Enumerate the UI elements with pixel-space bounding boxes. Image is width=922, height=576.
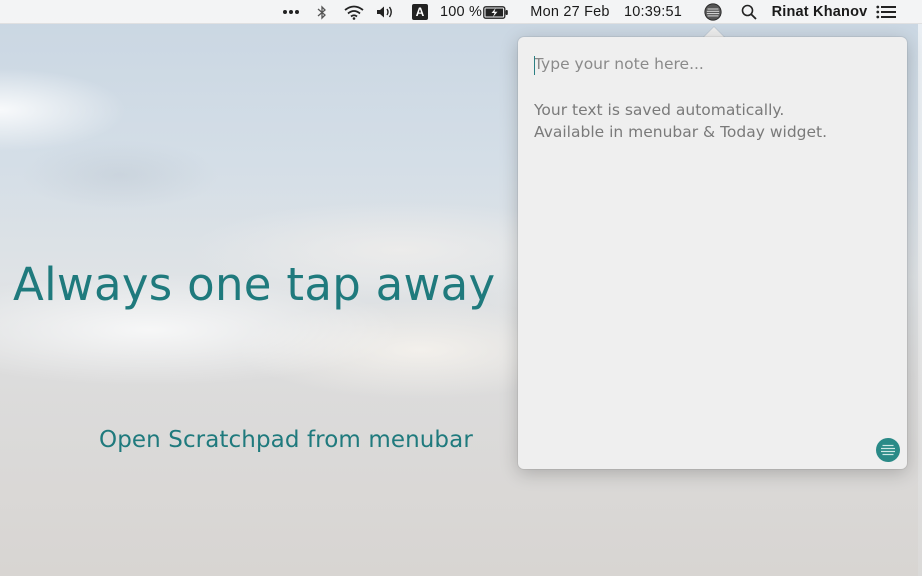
- volume-icon[interactable]: [374, 0, 398, 24]
- battery-charging-icon[interactable]: [482, 0, 510, 24]
- bluetooth-icon[interactable]: [312, 0, 332, 24]
- spotlight-search-icon[interactable]: [739, 0, 759, 24]
- scratchpad-menubar-icon[interactable]: [702, 0, 724, 24]
- menubar-clock[interactable]: 10:39:51: [619, 0, 687, 24]
- menubar-date[interactable]: Mon 27 Feb: [526, 0, 614, 24]
- menu-bar: A 100 % Mon 27 Feb 10:39:51 Rinat Khanov: [0, 0, 922, 24]
- input-source-label: A: [412, 4, 428, 20]
- text-caret: [534, 56, 535, 75]
- battery-percent: 100 %: [439, 4, 483, 20]
- user-name-menu[interactable]: Rinat Khanov: [771, 0, 868, 24]
- hint-line-availability: Available in menubar & Today widget.: [534, 123, 828, 141]
- notification-center-icon[interactable]: [874, 0, 898, 24]
- ellipsis-icon[interactable]: [278, 0, 304, 24]
- window-edge: [918, 24, 922, 576]
- hero-title: Always one tap away: [13, 258, 496, 311]
- wifi-icon[interactable]: [342, 0, 366, 24]
- popover-hint: Your text is saved automatically. Availa…: [534, 99, 827, 143]
- input-source-icon[interactable]: A: [410, 0, 430, 24]
- hint-line-autosave: Your text is saved automatically.: [534, 101, 785, 119]
- scratchpad-popover: Your text is saved automatically. Availa…: [518, 37, 907, 469]
- scratchpad-app-icon[interactable]: [876, 438, 900, 462]
- note-input[interactable]: [534, 55, 889, 75]
- hero-subtitle: Open Scratchpad from menubar: [99, 427, 473, 453]
